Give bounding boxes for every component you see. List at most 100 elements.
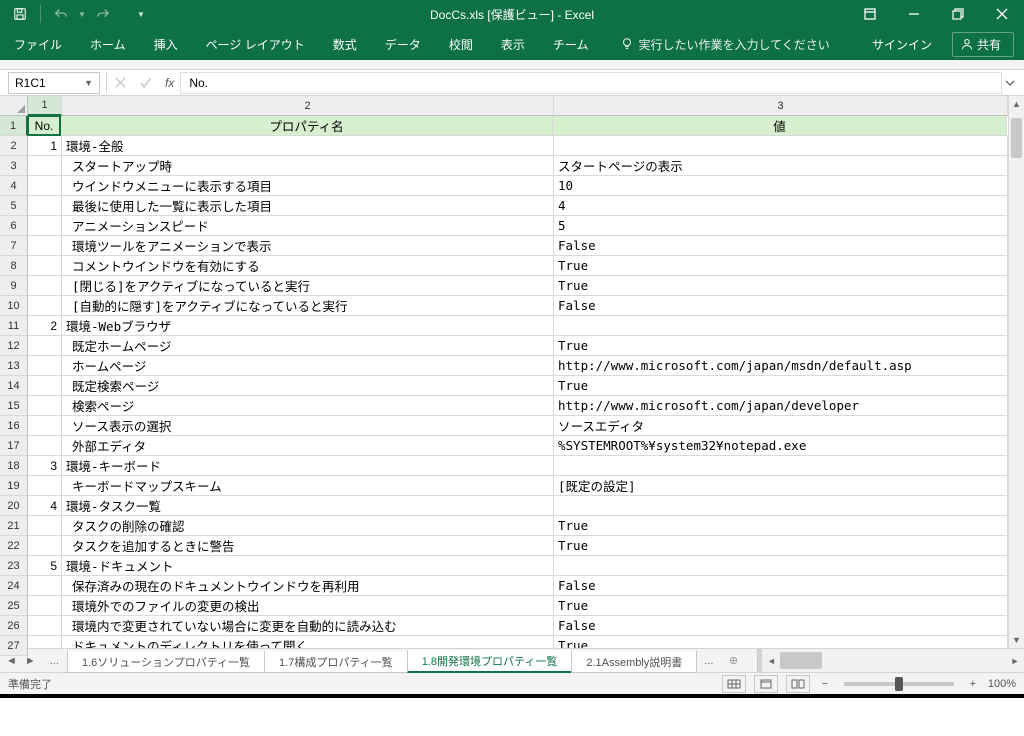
cell-val[interactable]: True [554,276,1008,295]
undo-dropdown[interactable]: ▼ [77,2,87,26]
column-header-2[interactable]: 2 [62,96,554,116]
row-header[interactable]: 12 [0,336,28,356]
share-button[interactable]: 共有 [952,32,1014,57]
cell-val[interactable]: True [554,336,1008,355]
scroll-down-arrow[interactable]: ▼ [1009,632,1024,648]
cell-prop[interactable]: [閉じる]をアクティブになっていると実行 [62,276,554,295]
name-box[interactable]: R1C1 ▼ [8,72,100,94]
cell-val[interactable]: True [554,536,1008,555]
cell-no[interactable] [28,436,62,455]
cell-val[interactable]: True [554,636,1008,648]
tab-data[interactable]: データ [381,30,425,59]
row-header[interactable]: 1 [0,116,28,136]
row-header[interactable]: 21 [0,516,28,536]
sign-in-link[interactable]: サインイン [868,30,936,59]
cell-no[interactable] [28,596,62,615]
row-header[interactable]: 6 [0,216,28,236]
cell-no[interactable] [28,236,62,255]
tab-review[interactable]: 校閲 [445,30,477,59]
cell-no[interactable] [28,296,62,315]
header-val[interactable]: 値 [553,116,1007,135]
cell-val[interactable]: 4 [554,196,1008,215]
cell-val[interactable]: False [554,296,1008,315]
cell-val[interactable]: True [554,516,1008,535]
cell-val[interactable]: http://www.microsoft.com/japan/developer [554,396,1008,415]
cell-no[interactable] [28,176,62,195]
row-header[interactable]: 20 [0,496,28,516]
sheet-tab-3[interactable]: 2.1Assembly説明書 [571,651,697,673]
cell-no[interactable]: 5 [28,556,62,575]
cell-prop[interactable]: 検索ページ [62,396,554,415]
cell-no[interactable] [28,616,62,635]
horizontal-scrollbar[interactable]: ◄ ► [757,649,1024,672]
cell-no[interactable] [28,276,62,295]
cell-no[interactable] [28,516,62,535]
cell-val[interactable] [554,496,1008,515]
zoom-out-button[interactable]: − [818,678,832,690]
save-button[interactable] [8,2,32,26]
view-page-break-button[interactable] [786,675,810,693]
cell-no[interactable] [28,156,62,175]
cell-no[interactable] [28,576,62,595]
cell-prop[interactable]: ウインドウメニューに表示する項目 [62,176,554,195]
cell-no[interactable]: 3 [28,456,62,475]
sheet-tab-more-right[interactable]: ... [696,649,721,672]
row-header[interactable]: 19 [0,476,28,496]
row-header[interactable]: 4 [0,176,28,196]
zoom-slider-knob[interactable] [895,677,903,691]
column-header-3[interactable]: 3 [554,96,1008,116]
cell-prop[interactable]: アニメーションスピード [62,216,554,235]
row-header[interactable]: 7 [0,236,28,256]
row-header[interactable]: 5 [0,196,28,216]
row-header[interactable]: 26 [0,616,28,636]
row-header[interactable]: 11 [0,316,28,336]
cell-prop[interactable]: キーボードマップスキーム [62,476,554,495]
view-page-layout-button[interactable] [754,675,778,693]
minimize-button[interactable] [892,0,936,28]
cell-no[interactable] [28,256,62,275]
cell-prop[interactable]: 環境-キーボード [62,456,554,475]
cell-val[interactable]: False [554,236,1008,255]
row-header[interactable]: 13 [0,356,28,376]
cell-no[interactable] [28,376,62,395]
sheet-tab-0[interactable]: 1.6ソリューションプロパティ一覧 [67,651,265,673]
cell-prop[interactable]: 環境-タスク一覧 [62,496,554,515]
tab-formula[interactable]: 数式 [329,30,361,59]
scroll-up-arrow[interactable]: ▲ [1009,96,1024,112]
ribbon-options-button[interactable] [848,0,892,28]
column-header-1[interactable]: 1 [28,96,62,116]
formula-input[interactable]: No. [180,72,1002,94]
qat-customize-dropdown[interactable]: ▼ [129,2,153,26]
cell-prop[interactable]: ホームページ [62,356,554,375]
row-header[interactable]: 14 [0,376,28,396]
close-button[interactable] [980,0,1024,28]
cell-val[interactable] [554,456,1008,475]
cell-val[interactable]: False [554,616,1008,635]
cell-no[interactable] [28,336,62,355]
horizontal-scroll-thumb[interactable] [780,652,822,669]
cell-no[interactable] [28,196,62,215]
cell-prop[interactable]: ソース表示の選択 [62,416,554,435]
cell-val[interactable]: 5 [554,216,1008,235]
scroll-right-arrow[interactable]: ► [1006,656,1024,666]
cell-no[interactable] [28,536,62,555]
cell-val[interactable]: http://www.microsoft.com/japan/msdn/defa… [554,356,1008,375]
tab-home[interactable]: ホーム [86,30,130,59]
cell-prop[interactable]: 保存済みの現在のドキュメントウインドウを再利用 [62,576,554,595]
cell-no[interactable]: 1 [28,136,62,155]
cell-no[interactable] [28,216,62,235]
cell-val[interactable] [554,136,1008,155]
row-header[interactable]: 16 [0,416,28,436]
cell-prop[interactable]: [自動的に隠す]をアクティブになっていると実行 [62,296,554,315]
cell-prop[interactable]: 環境-全般 [62,136,554,155]
header-prop[interactable]: プロパティ名 [61,116,553,135]
undo-button[interactable] [49,2,73,26]
cell-prop[interactable]: 既定検索ページ [62,376,554,395]
cell-prop[interactable]: ドキュメントのディレクトリを使って開く [62,636,554,648]
sheet-tab-2[interactable]: 1.8開発環境プロパティ一覧 [407,650,573,673]
cell-val[interactable]: 10 [554,176,1008,195]
add-sheet-button[interactable]: ⊕ [721,649,745,672]
active-cell[interactable]: No. [28,115,61,136]
cell-no[interactable] [28,416,62,435]
sheet-nav-next[interactable]: ► [25,655,36,667]
